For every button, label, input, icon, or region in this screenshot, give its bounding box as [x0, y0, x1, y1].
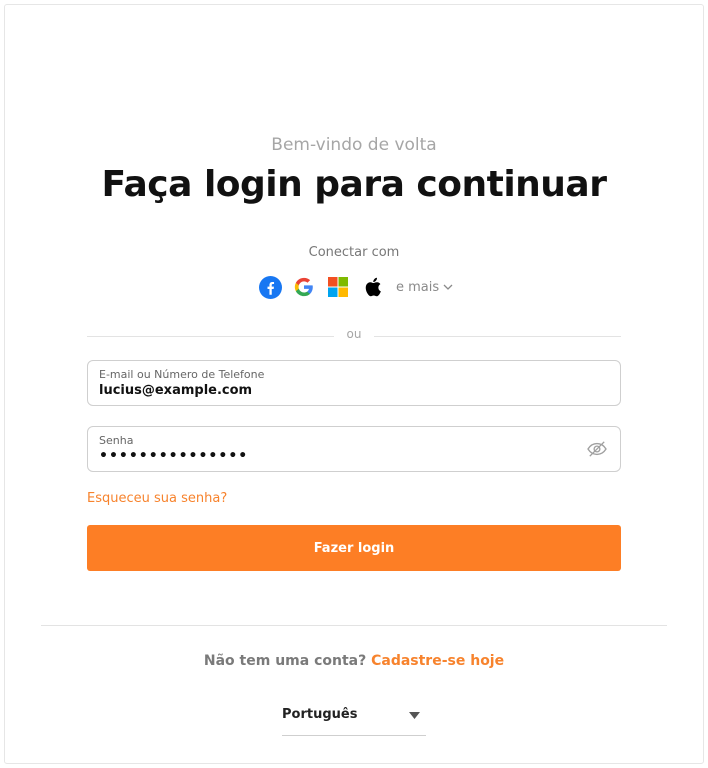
signup-link[interactable]: Cadastre-se hoje — [371, 653, 504, 669]
language-select[interactable]: Português — [282, 703, 426, 736]
password-field[interactable]: Senha ••••••••••••••• — [87, 426, 621, 472]
facebook-login-button[interactable] — [258, 275, 282, 299]
email-field[interactable]: E-mail ou Número de Telefone lucius@exam… — [87, 360, 621, 406]
divider-line-right — [374, 336, 621, 337]
connect-with-label: Conectar com — [308, 245, 400, 260]
or-label: ou — [346, 327, 362, 341]
microsoft-icon — [328, 277, 348, 297]
email-field-value: lucius@example.com — [99, 383, 253, 398]
welcome-text: Bem-vindo de volta — [271, 135, 437, 155]
chevron-down-icon — [443, 284, 453, 290]
signup-question: Não tem uma conta? — [203, 653, 367, 669]
footer-divider — [41, 625, 667, 626]
login-button[interactable]: Fazer login — [87, 525, 621, 571]
caret-down-icon — [409, 712, 420, 719]
more-providers-label: e mais — [396, 279, 440, 295]
or-divider: ou — [87, 327, 621, 345]
apple-icon — [365, 277, 381, 297]
email-field-label: E-mail ou Número de Telefone — [99, 368, 265, 381]
password-field-value: ••••••••••••••• — [99, 448, 249, 464]
eye-off-icon[interactable] — [586, 440, 608, 458]
password-field-label: Senha — [99, 434, 134, 447]
social-login-row: e mais — [258, 274, 453, 300]
facebook-icon — [258, 275, 282, 299]
google-icon — [294, 277, 313, 297]
forgot-password-link[interactable]: Esqueceu sua senha? — [87, 491, 227, 506]
signup-prompt: Não tem uma conta? Cadastre-se hoje — [0, 653, 708, 669]
google-login-button[interactable] — [292, 275, 316, 299]
page-title: Faça login para continuar — [101, 164, 607, 205]
apple-login-button[interactable] — [360, 275, 384, 299]
microsoft-login-button[interactable] — [326, 275, 350, 299]
more-providers-button[interactable]: e mais — [396, 280, 453, 295]
language-selected-value: Português — [282, 707, 358, 722]
